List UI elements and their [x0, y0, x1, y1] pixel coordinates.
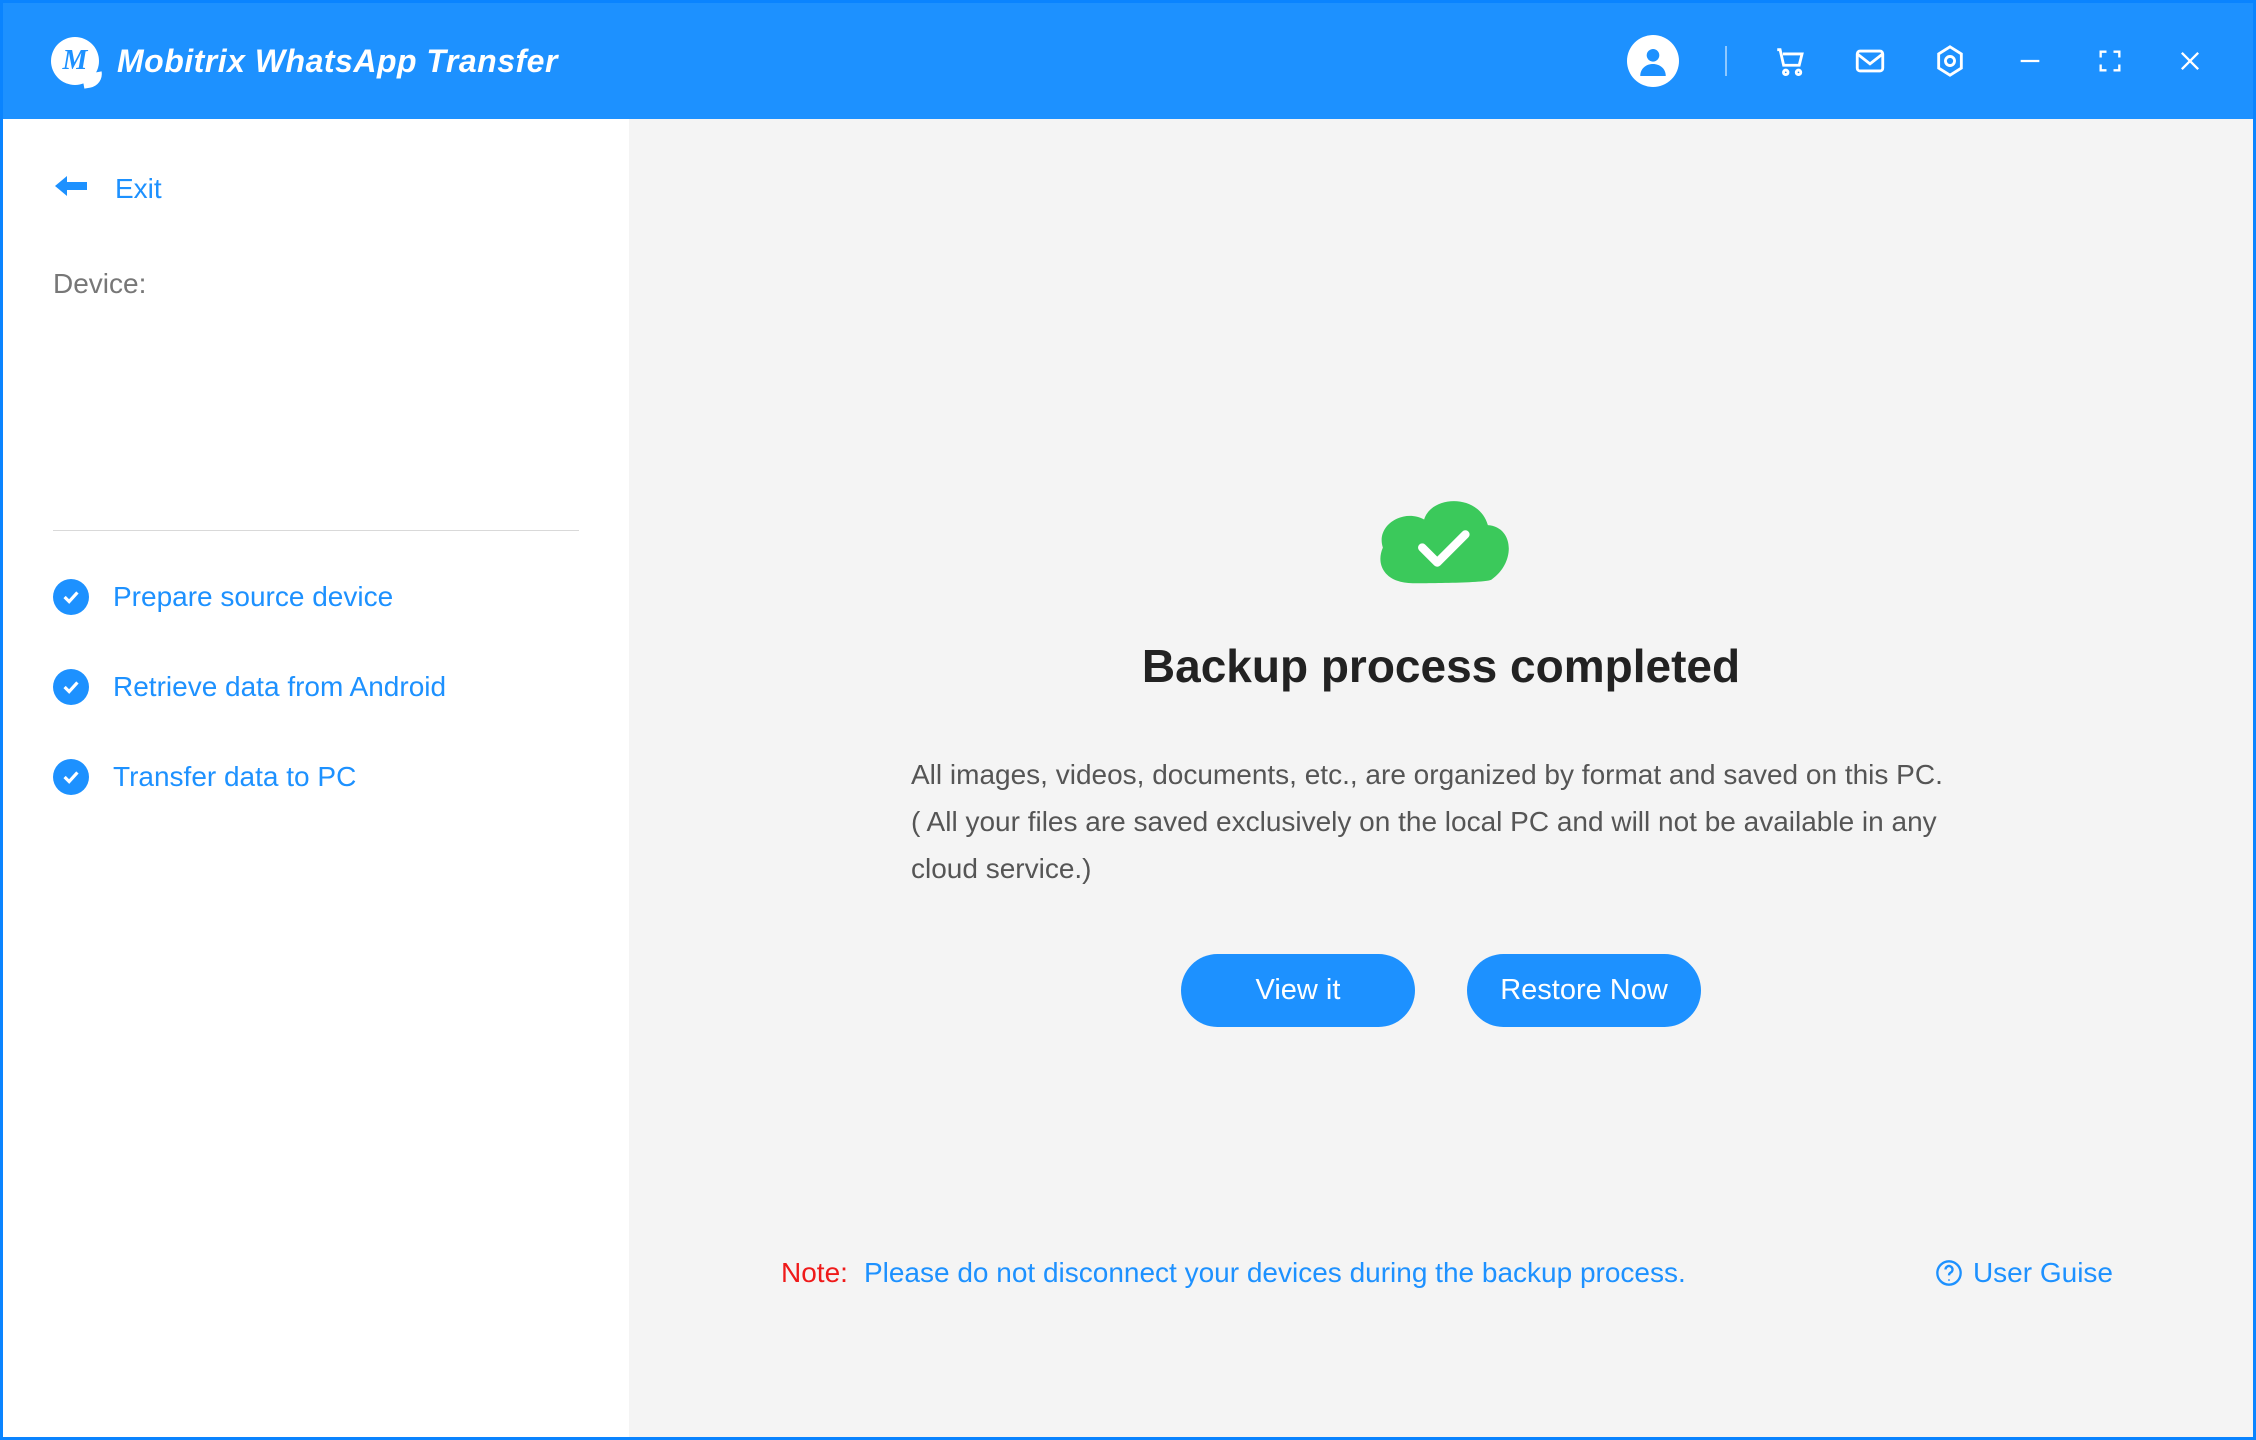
maximize-button[interactable] — [2093, 44, 2127, 78]
speech-tail-icon — [82, 71, 104, 88]
close-icon — [2176, 47, 2204, 75]
step-label: Prepare source device — [113, 581, 393, 613]
header-actions — [1627, 35, 2207, 87]
logo-letter: M — [63, 45, 88, 77]
step-label: Retrieve data from Android — [113, 671, 446, 703]
result-block: Backup process completed All images, vid… — [911, 489, 1971, 1027]
minimize-button[interactable] — [2013, 44, 2047, 78]
cart-icon — [1773, 44, 1807, 78]
step-list: Prepare source device Retrieve data from… — [53, 579, 579, 795]
user-icon — [1635, 43, 1671, 79]
settings-hex-icon — [1933, 44, 1967, 78]
sidebar-divider — [53, 530, 579, 531]
step-transfer-data[interactable]: Transfer data to PC — [53, 759, 579, 795]
note-text: Please do not disconnect your devices du… — [864, 1257, 1686, 1289]
cart-button[interactable] — [1773, 44, 1807, 78]
user-guide-label: User Guise — [1973, 1257, 2113, 1289]
mail-icon — [1853, 44, 1887, 78]
minimize-icon — [2016, 47, 2044, 75]
arrow-left-icon — [53, 171, 93, 206]
main-panel: Backup process completed All images, vid… — [629, 119, 2253, 1437]
help-circle-icon — [1935, 1259, 1963, 1287]
step-prepare-source[interactable]: Prepare source device — [53, 579, 579, 615]
app-logo-icon: M — [51, 37, 99, 85]
close-button[interactable] — [2173, 44, 2207, 78]
exit-button[interactable]: Exit — [53, 171, 579, 206]
header-bar: M Mobitrix WhatsApp Transfer — [3, 3, 2253, 119]
mail-button[interactable] — [1853, 44, 1887, 78]
footer-bar: Note: Please do not disconnect your devi… — [629, 1257, 2253, 1289]
note-label: Note: — [781, 1257, 848, 1289]
check-circle-icon — [53, 759, 89, 795]
divider — [1725, 46, 1727, 76]
step-retrieve-data[interactable]: Retrieve data from Android — [53, 669, 579, 705]
action-buttons: View it Restore Now — [1181, 954, 1701, 1027]
view-it-button[interactable]: View it — [1181, 954, 1415, 1027]
step-label: Transfer data to PC — [113, 761, 356, 793]
device-label: Device: — [53, 268, 579, 300]
restore-now-button[interactable]: Restore Now — [1467, 954, 1701, 1027]
page-title: Backup process completed — [1142, 639, 1740, 693]
fullscreen-icon — [2096, 47, 2124, 75]
exit-label: Exit — [115, 173, 162, 205]
check-circle-icon — [53, 579, 89, 615]
sidebar: Exit Device: Prepare source device Retri… — [3, 119, 629, 1437]
app-title: Mobitrix WhatsApp Transfer — [117, 43, 558, 80]
check-circle-icon — [53, 669, 89, 705]
description-text-1: All images, videos, documents, etc., are… — [911, 751, 1971, 798]
cloud-success-icon — [1366, 489, 1516, 593]
user-guide-link[interactable]: User Guise — [1935, 1257, 2113, 1289]
account-button[interactable] — [1627, 35, 1679, 87]
app-logo-wrap: M Mobitrix WhatsApp Transfer — [51, 37, 558, 85]
settings-button[interactable] — [1933, 44, 1967, 78]
description-text-2: ( All your files are saved exclusively o… — [911, 798, 1971, 892]
